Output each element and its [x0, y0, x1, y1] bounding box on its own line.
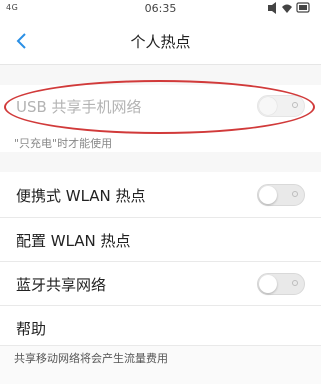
header-bar: 个人热点	[0, 18, 321, 65]
bluetooth-tethering-toggle[interactable]	[257, 273, 305, 295]
help-row[interactable]: 帮助	[0, 306, 321, 350]
battery-icon	[296, 2, 310, 13]
wlan-hotspot-toggle[interactable]	[257, 184, 305, 206]
configure-wlan-label: 配置 WLAN 热点	[16, 232, 131, 250]
wifi-icon	[282, 4, 292, 13]
wlan-hotspot-label: 便携式 WLAN 热点	[16, 187, 146, 205]
status-bar: 4G 06:35	[0, 0, 321, 18]
mute-icon	[268, 2, 276, 14]
toggle-off-icon	[292, 280, 298, 286]
annotation-circle	[4, 80, 315, 134]
bluetooth-tethering-label: 蓝牙共享网络	[16, 276, 107, 294]
bluetooth-tethering-row[interactable]: 蓝牙共享网络	[0, 262, 321, 306]
status-icons	[267, 2, 313, 17]
usb-tethering-note: "只充电"时才能使用	[14, 137, 113, 150]
page-title: 个人热点	[130, 33, 191, 51]
wlan-hotspot-row[interactable]: 便携式 WLAN 热点	[0, 173, 321, 217]
configure-wlan-row[interactable]: 配置 WLAN 热点	[0, 218, 321, 262]
section-gap	[0, 152, 321, 172]
help-label: 帮助	[16, 320, 47, 338]
toggle-knob	[259, 275, 277, 293]
toggle-off-icon	[292, 191, 298, 197]
footer-note: 共享移动网络将会产生流量费用	[14, 352, 168, 365]
toggle-knob	[259, 186, 277, 204]
